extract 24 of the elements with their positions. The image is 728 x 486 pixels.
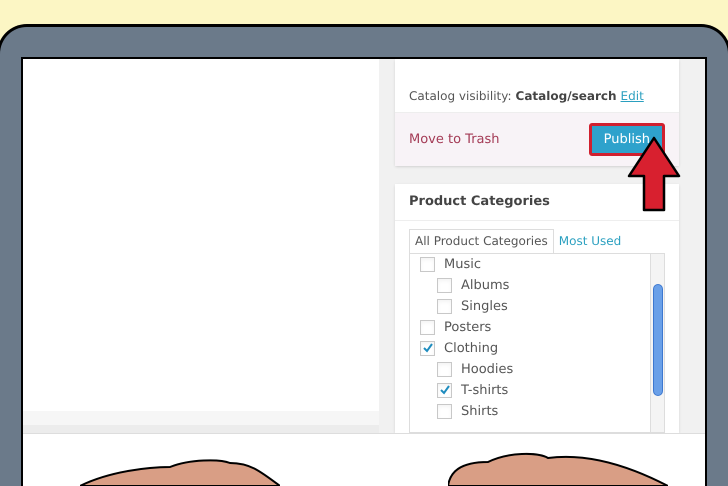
tab[interactable]: All Product Categories xyxy=(409,228,554,252)
category-label: Albums xyxy=(461,278,510,292)
scrollbar[interactable] xyxy=(650,254,664,432)
category-label: Singles xyxy=(461,300,508,312)
category-label: Hoodies xyxy=(461,362,514,376)
edit-link[interactable]: Edit xyxy=(620,87,644,105)
category-label: Posters xyxy=(444,320,492,334)
visibility-label: Catalog visibility: xyxy=(409,88,512,105)
category-label: T-shirts xyxy=(461,384,508,396)
category-label: Music xyxy=(444,258,481,270)
checkbox[interactable] xyxy=(437,278,452,292)
checkbox[interactable] xyxy=(437,404,452,418)
checkbox[interactable] xyxy=(420,340,435,356)
checkbox[interactable] xyxy=(437,298,452,314)
tab[interactable]: Most Used xyxy=(554,228,626,252)
checkbox[interactable] xyxy=(420,320,435,334)
checkbox[interactable] xyxy=(437,362,452,376)
publish-button[interactable]: Publish xyxy=(588,123,665,156)
category-label: Shirts xyxy=(461,404,498,418)
move-to-trash-link[interactable]: Move to Trash xyxy=(409,130,500,150)
checkbox[interactable] xyxy=(437,382,452,398)
checkbox[interactable] xyxy=(420,256,435,272)
category-label: Clothing xyxy=(444,342,498,354)
visibility-value: Catalog/search xyxy=(516,88,617,105)
